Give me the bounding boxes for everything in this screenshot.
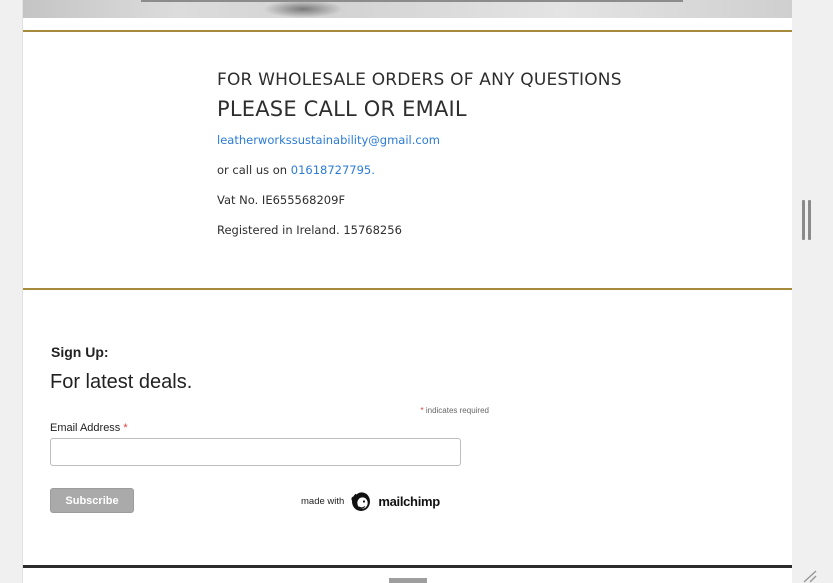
email-label-text: Email Address: [50, 422, 124, 434]
hero-image-edge: [141, 0, 683, 2]
section-divider-top: [23, 30, 792, 32]
registration-number: Registered in Ireland. 15768256: [217, 223, 402, 237]
drag-handle-icon[interactable]: [802, 200, 812, 240]
required-note: * indicates required: [421, 406, 490, 415]
section-divider-bottom: [23, 288, 792, 290]
made-with-mailchimp-badge[interactable]: made with mailchimp: [301, 490, 440, 512]
made-with-text: made with: [301, 495, 345, 507]
mailchimp-wordmark: mailchimp: [378, 493, 440, 509]
mailchimp-icon: [351, 491, 371, 511]
footer-tab: [389, 578, 427, 583]
hero-image: [23, 0, 792, 18]
contact-subheading: PLEASE CALL OR EMAIL: [217, 97, 467, 121]
contact-phone-line: or call us on 01618727795.: [217, 163, 375, 177]
signup-title: Sign Up:: [51, 344, 109, 360]
email-input[interactable]: [50, 438, 461, 466]
vat-number: Vat No. IE655568209F: [217, 193, 346, 207]
contact-heading: FOR WHOLESALE ORDERS OF ANY QUESTIONS: [217, 70, 622, 90]
hero-image-shadow: [263, 0, 343, 18]
required-note-text: indicates required: [423, 406, 489, 415]
contact-email-link[interactable]: leatherworkssustainability@gmail.com: [217, 133, 440, 147]
resize-grip-icon[interactable]: [800, 567, 818, 583]
contact-phone-link[interactable]: 01618727795.: [291, 163, 375, 177]
page-content: FOR WHOLESALE ORDERS OF ANY QUESTIONS PL…: [22, 0, 792, 583]
signup-subtitle: For latest deals.: [50, 371, 193, 393]
subscribe-button[interactable]: Subscribe: [50, 488, 134, 513]
contact-section: FOR WHOLESALE ORDERS OF ANY QUESTIONS PL…: [217, 66, 622, 237]
call-prefix-text: or call us on: [217, 163, 291, 177]
footer-divider: [23, 565, 792, 568]
email-label: Email Address *: [50, 422, 128, 434]
email-required-star: *: [123, 422, 128, 434]
